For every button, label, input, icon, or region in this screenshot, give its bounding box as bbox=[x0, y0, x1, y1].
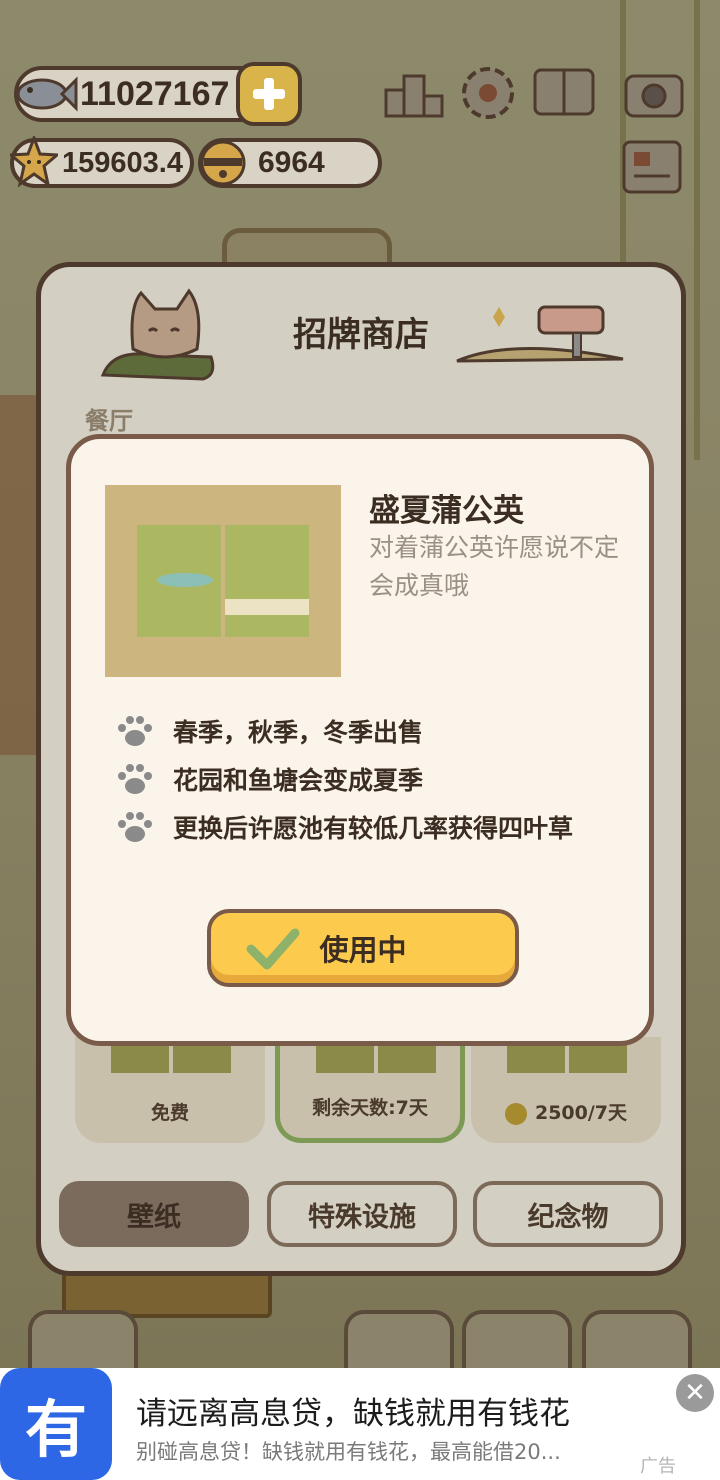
ad-subtitle[interactable]: 别碰高息贷！缺钱就用有钱花，最高能借20... bbox=[136, 1436, 561, 1466]
feature-item: 花园和鱼塘会变成夏季 bbox=[115, 755, 573, 803]
background-button bbox=[582, 1310, 692, 1370]
card-remaining-label: 剩余天数:7天 bbox=[312, 1097, 428, 1119]
item-preview-image bbox=[105, 485, 341, 677]
feature-text: 春季，秋季，冬季出售 bbox=[173, 718, 424, 747]
bell-count: 6964 bbox=[258, 146, 325, 179]
feature-item: 更换后许愿池有较低几率获得四叶草 bbox=[115, 803, 573, 851]
background-shelf bbox=[0, 395, 40, 755]
background-button bbox=[28, 1310, 138, 1370]
tab-souvenirs[interactable]: 纪念物 bbox=[473, 1181, 663, 1247]
feature-list: 春季，秋季，冬季出售 花园和鱼塘会变成夏季 更换后许愿池有较低几率获得四叶草 bbox=[115, 707, 573, 851]
in-use-label: 使用中 bbox=[319, 933, 407, 967]
feature-item: 春季，秋季，冬季出售 bbox=[115, 707, 573, 755]
ad-title[interactable]: 请远离高息贷，缺钱就用有钱花 bbox=[136, 1388, 570, 1433]
item-detail-dialog: 盛夏蒲公英 对着蒲公英许愿说不定会成真哦 春季，秋季，冬季出售 花园和鱼塘会变成… bbox=[66, 434, 654, 1046]
feature-text: 花园和鱼塘会变成夏季 bbox=[173, 766, 424, 795]
tab-special-facilities[interactable]: 特殊设施 bbox=[267, 1181, 457, 1247]
paint-roller-icon bbox=[456, 305, 624, 363]
gear-icon[interactable] bbox=[456, 62, 520, 124]
wallpaper-card-selected[interactable]: 剩余天数:7天 bbox=[275, 1037, 465, 1143]
paw-icon bbox=[118, 716, 152, 746]
item-name: 盛夏蒲公英 bbox=[369, 493, 524, 529]
ranking-icon[interactable] bbox=[382, 62, 446, 124]
ad-banner[interactable]: 有 请远离高息贷，缺钱就用有钱花 别碰高息贷！缺钱就用有钱花，最高能借20... bbox=[0, 1368, 720, 1480]
ad-logo-text: 有 bbox=[24, 1393, 87, 1466]
check-icon bbox=[246, 928, 300, 970]
fish-count: 11027167 bbox=[80, 74, 230, 113]
section-label: 餐厅 bbox=[85, 407, 133, 435]
paw-icon bbox=[118, 812, 152, 842]
tab-label: 特殊设施 bbox=[308, 1201, 416, 1233]
bell-icon bbox=[504, 1103, 527, 1125]
ad-mark: 广告 bbox=[640, 1456, 676, 1477]
ad-logo[interactable]: 有 bbox=[0, 1368, 112, 1480]
album-icon[interactable] bbox=[532, 62, 596, 124]
card-price-label: 免费 bbox=[150, 1102, 189, 1124]
wallpaper-card[interactable]: 2500/7天 bbox=[471, 1037, 661, 1143]
paw-icon bbox=[118, 764, 152, 794]
star-icon bbox=[10, 136, 58, 188]
wallpaper-card[interactable]: 免费 bbox=[75, 1037, 265, 1143]
news-icon[interactable] bbox=[620, 136, 684, 198]
camera-icon[interactable] bbox=[622, 62, 686, 124]
fish-icon bbox=[16, 76, 78, 112]
bell-icon bbox=[200, 140, 246, 186]
tab-label: 壁纸 bbox=[127, 1201, 181, 1233]
ad-close-button[interactable]: ✕ bbox=[676, 1374, 714, 1412]
background-button bbox=[462, 1310, 572, 1370]
star-count: 159603.4 bbox=[62, 146, 183, 179]
plus-icon bbox=[253, 78, 285, 110]
background-button bbox=[344, 1310, 454, 1370]
in-use-button[interactable]: 使用中 bbox=[207, 909, 519, 987]
tab-label: 纪念物 bbox=[527, 1201, 609, 1233]
card-price-label: 2500/7天 bbox=[534, 1102, 628, 1124]
item-description: 对着蒲公英许愿说不定会成真哦 bbox=[369, 533, 620, 600]
tab-wallpaper[interactable]: 壁纸 bbox=[59, 1181, 249, 1247]
feature-text: 更换后许愿池有较低几率获得四叶草 bbox=[173, 814, 574, 843]
close-icon: ✕ bbox=[684, 1378, 706, 1408]
add-fish-button[interactable] bbox=[236, 62, 302, 126]
